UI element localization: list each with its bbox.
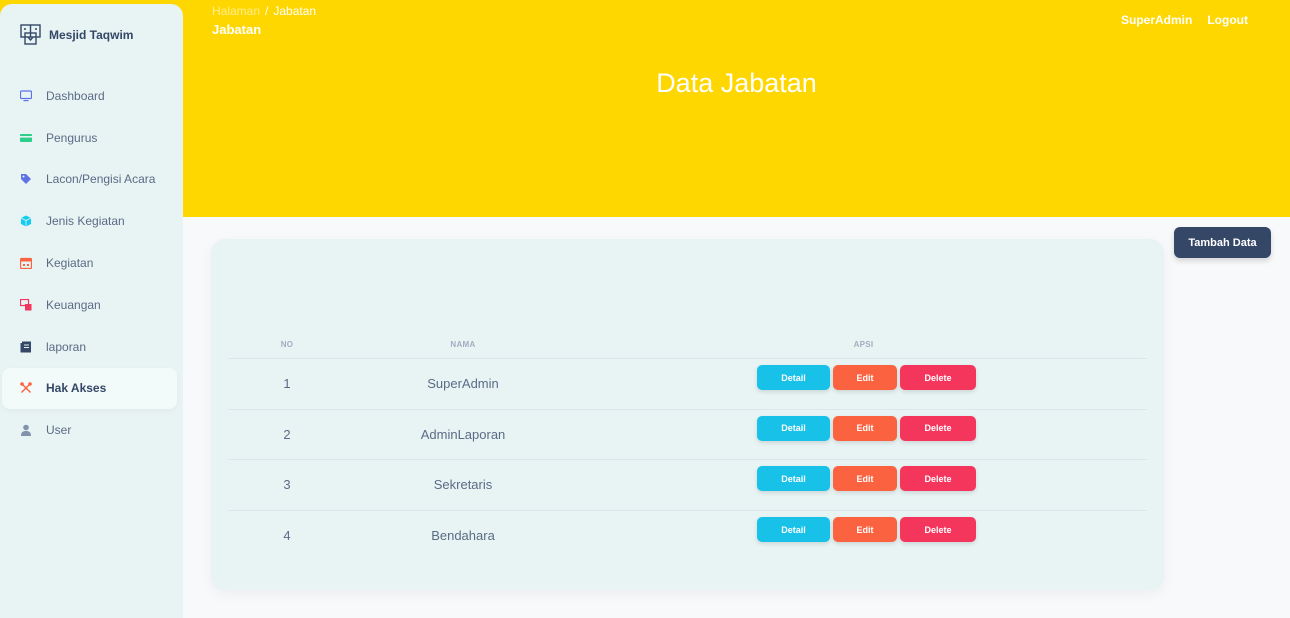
delete-button[interactable]: Delete (900, 365, 976, 391)
cell-no: 2 (283, 426, 291, 442)
edit-button[interactable]: Edit (833, 466, 897, 492)
table-card: NO NAMA APSI 1 SuperAdmin Detail Edit De… (211, 239, 1164, 590)
user-menu[interactable]: SuperAdmin (1121, 13, 1192, 27)
screen-icon (20, 298, 32, 311)
table-row: 1 SuperAdmin Detail Edit Delete (228, 359, 1147, 410)
add-data-button[interactable]: Tambah Data (1174, 227, 1271, 258)
cell-no: 1 (283, 376, 291, 392)
header-banner: Halaman / Jabatan Jabatan SuperAdmin Logou… (0, 0, 1290, 217)
breadcrumb-current: Jabatan (273, 4, 317, 18)
edit-button[interactable]: Edit (833, 415, 897, 441)
breadcrumb-root[interactable]: Halaman (212, 4, 260, 18)
column-header-nama: NAMA (450, 340, 476, 349)
sidebar: Mesjid Taqwim Dashboard Pengurus Lacon/P… (0, 4, 183, 618)
sidebar-item-keuangan[interactable]: Keuangan (0, 284, 183, 326)
table-row: 4 Bendahara Detail Edit Delete (228, 511, 1147, 562)
row-actions: Detail Edit Delete (580, 517, 1147, 543)
table-row: 3 Sekretaris Detail Edit Delete (228, 460, 1147, 511)
breadcrumb-separator: / (265, 4, 269, 18)
delete-button[interactable]: Delete (900, 517, 976, 543)
sidebar-item-lacon[interactable]: Lacon/Pengisi Acara (0, 159, 183, 201)
cell-no: 4 (283, 528, 291, 544)
column-header-no: NO (280, 340, 294, 349)
cell-no: 3 (283, 477, 291, 493)
sidebar-item-pengurus[interactable]: Pengurus (0, 117, 183, 159)
sidebar-item-jenis-kegiatan[interactable]: Jenis Kegiatan (0, 200, 183, 242)
cell-nama: SuperAdmin (427, 376, 499, 392)
detail-button[interactable]: Detail (757, 365, 830, 391)
detail-button[interactable]: Detail (757, 517, 830, 543)
table-header: NO NAMA APSI (228, 331, 1147, 359)
sidebar-item-hak-akses[interactable]: Hak Akses (2, 367, 177, 410)
top-actions: SuperAdmin Logout (1121, 13, 1248, 27)
monitor-icon (20, 90, 32, 102)
breadcrumb: Halaman / Jabatan (212, 4, 316, 18)
sidebar-item-label: Keuangan (46, 297, 101, 312)
tag-icon (21, 174, 31, 185)
logout-link[interactable]: Logout (1207, 13, 1248, 27)
jabatan-table: NO NAMA APSI 1 SuperAdmin Detail Edit De… (228, 331, 1147, 561)
cell-nama: Sekretaris (433, 477, 493, 493)
cell-nama: Bendahara (431, 528, 495, 544)
column-header-aksi: APSI (853, 340, 874, 349)
calendar-icon (20, 257, 32, 270)
sidebar-item-laporan[interactable]: laporan (0, 326, 183, 368)
sidebar-item-label: Lacon/Pengisi Acara (46, 172, 156, 187)
mosque-logo-icon (20, 24, 41, 45)
sidebar-nav: Dashboard Pengurus Lacon/Pengisi Acara J… (0, 75, 183, 451)
brand[interactable]: Mesjid Taqwim (20, 24, 133, 45)
sidebar-item-user[interactable]: User (0, 409, 183, 451)
page-title: Data Jabatan (656, 68, 817, 98)
delete-button[interactable]: Delete (900, 415, 976, 441)
page-subtitle: Jabatan (212, 22, 262, 37)
brand-name: Mesjid Taqwim (49, 27, 134, 42)
sidebar-item-label: laporan (46, 339, 87, 354)
cell-nama: AdminLaporan (420, 426, 506, 442)
sidebar-item-label: Dashboard (46, 88, 105, 103)
sidebar-item-kegiatan[interactable]: Kegiatan (0, 242, 183, 284)
sidebar-item-label: Kegiatan (46, 256, 94, 271)
user-icon (21, 424, 31, 437)
detail-button[interactable]: Detail (757, 415, 830, 441)
sidebar-item-dashboard[interactable]: Dashboard (0, 75, 183, 117)
credit-card-icon (20, 133, 32, 142)
table-row: 2 AdminLaporan Detail Edit Delete (228, 410, 1147, 460)
edit-button[interactable]: Edit (833, 365, 897, 391)
sidebar-item-label: Jenis Kegiatan (46, 214, 125, 229)
row-actions: Detail Edit Delete (580, 466, 1147, 492)
sidebar-item-label: Pengurus (46, 130, 98, 145)
tools-icon (20, 382, 32, 394)
row-actions: Detail Edit Delete (580, 415, 1147, 441)
edit-button[interactable]: Edit (833, 517, 897, 543)
sidebar-item-label: User (46, 423, 72, 438)
row-actions: Detail Edit Delete (580, 365, 1147, 391)
detail-button[interactable]: Detail (757, 466, 830, 492)
delete-button[interactable]: Delete (900, 466, 976, 492)
box-icon (20, 215, 32, 227)
document-icon (20, 341, 31, 353)
sidebar-item-label: Hak Akses (46, 381, 107, 396)
